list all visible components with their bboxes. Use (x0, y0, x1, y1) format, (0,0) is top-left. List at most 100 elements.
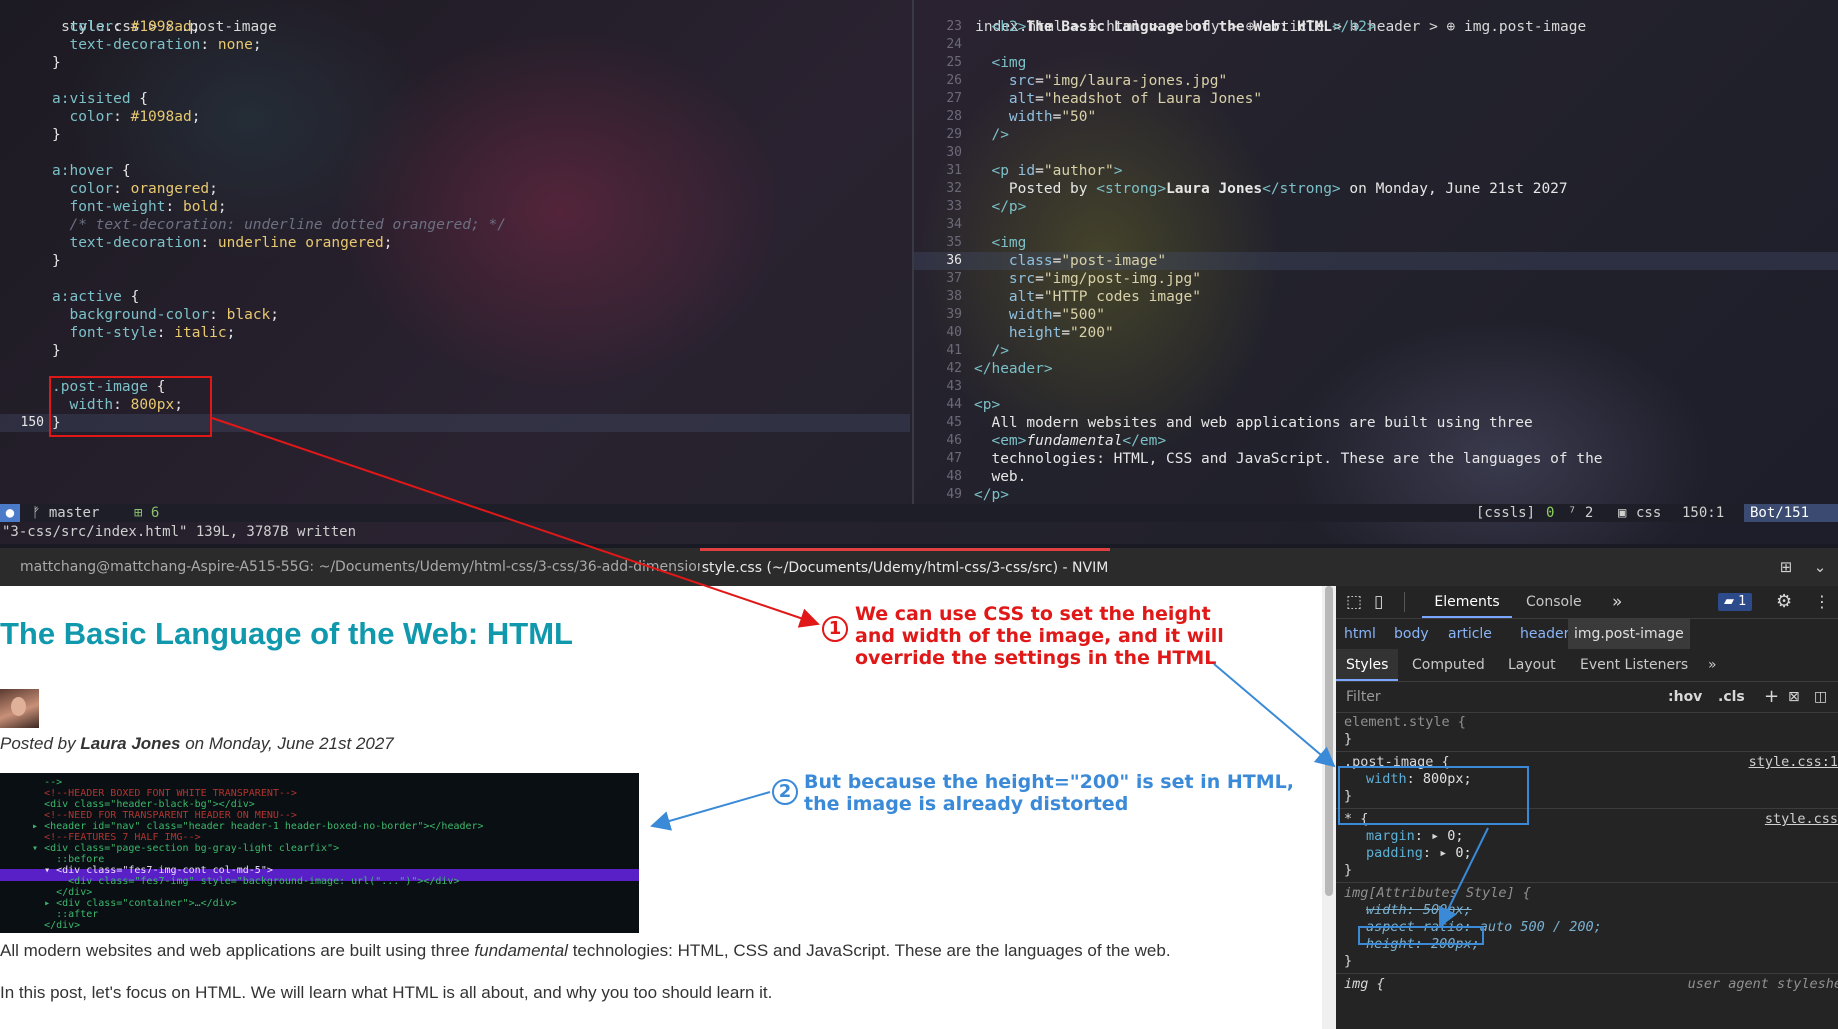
scrollbar-thumb[interactable] (1325, 586, 1333, 896)
hov-toggle[interactable]: :hov (1668, 682, 1702, 712)
crumb-body[interactable]: body (1394, 619, 1429, 649)
command-line[interactable]: "3-css/src/index.html" 139L, 3787B writt… (0, 522, 1838, 542)
code-line[interactable]: color: orangered; (0, 180, 910, 198)
issues-badge[interactable]: ▰ 1 (1718, 593, 1753, 611)
code-line[interactable]: } (0, 126, 910, 144)
new-rule-button[interactable]: + (1764, 682, 1779, 712)
code-line[interactable]: 31 <p id="author"> (914, 162, 1838, 180)
annotation-2-line-2: the image is already distorted (804, 793, 1129, 815)
rule-post-image-source[interactable]: style.css:1 (1749, 754, 1838, 771)
gear-icon[interactable]: ⚙ (1776, 586, 1792, 618)
code-line[interactable]: 44 <p> (914, 396, 1838, 414)
line-number: 150 (20, 415, 44, 430)
code-text: background-color: black; (69, 307, 280, 323)
code-line[interactable]: background-color: black; (0, 306, 910, 324)
code-line[interactable]: 49 </p> (914, 486, 1838, 504)
sidebar-toggle-icon[interactable]: ◫ (1814, 682, 1827, 712)
kebab-menu-icon[interactable]: ⋮ (1814, 586, 1830, 618)
code-line[interactable]: } (0, 342, 910, 360)
code-line[interactable]: 36 class="post-image" (914, 252, 1838, 270)
crumb-html[interactable]: html (1344, 619, 1376, 649)
code-line[interactable]: font-style: italic; (0, 324, 910, 342)
code-text: Posted by <strong>Laura Jones</strong> o… (974, 181, 1568, 197)
code-line[interactable]: 28 width="50" (914, 108, 1838, 126)
code-line[interactable]: 43 (914, 378, 1838, 396)
right-editor-pane[interactable]: index.html > ⊕ html > ⊕ body > ⊕ article… (914, 0, 1838, 504)
code-text: /* text-decoration: underline dotted ora… (69, 217, 506, 233)
code-line[interactable]: 46 <em>fundamental</em> (914, 432, 1838, 450)
code-line[interactable]: 41 /> (914, 342, 1838, 360)
code-line[interactable] (0, 144, 910, 162)
code-line[interactable]: 48 web. (914, 468, 1838, 486)
code-text: src="img/post-img.jpg" (1008, 271, 1201, 287)
code-line[interactable]: color: #1098ad; (0, 108, 910, 126)
terminal-tab-shell[interactable]: mattchang@mattchang-Aspire-A515-55G: ~/D… (20, 548, 700, 586)
more-subtabs-icon[interactable]: » (1708, 649, 1717, 681)
line-number: 34 (946, 217, 962, 232)
code-line[interactable]: 35 <img (914, 234, 1838, 252)
code-line[interactable]: 34 (914, 216, 1838, 234)
code-line[interactable]: 47 technologies: HTML, CSS and JavaScrip… (914, 450, 1838, 468)
inspect-element-icon[interactable]: ⬚ (1346, 586, 1362, 618)
device-toolbar-icon[interactable]: ▯ (1374, 586, 1383, 618)
rule-separator (1336, 751, 1838, 752)
line-number: 32 (946, 181, 962, 196)
code-line[interactable]: 38 alt="HTTP codes image" (914, 288, 1838, 306)
rule-padding-decl[interactable]: padding: ▸ 0; (1366, 845, 1472, 862)
tab-elements[interactable]: Elements (1422, 586, 1512, 618)
code-line[interactable]: a:active { (0, 288, 910, 306)
terminal-tab-nvim[interactable]: style.css (~/Documents/Udemy/html-css/3-… (700, 548, 1110, 586)
code-line[interactable]: 30 (914, 144, 1838, 162)
code-line[interactable]: } (0, 54, 910, 72)
code-line[interactable]: 32 Posted by <strong>Laura Jones</strong… (914, 180, 1838, 198)
cls-toggle[interactable]: .cls (1718, 682, 1745, 712)
new-tab-icon[interactable]: ⊞ (1774, 555, 1798, 579)
code-line[interactable]: 25 <img (914, 54, 1838, 72)
tab-console[interactable]: Console (1526, 586, 1582, 618)
code-line[interactable] (0, 270, 910, 288)
crumb-article[interactable]: article (1448, 619, 1492, 649)
code-line[interactable] (0, 72, 910, 90)
code-line[interactable]: text-decoration: none; (0, 36, 910, 54)
crumb-img-post-image[interactable]: img.post-image (1568, 619, 1690, 649)
code-line[interactable]: a:hover { (0, 162, 910, 180)
code-line[interactable]: 40 height="200" (914, 324, 1838, 342)
code-line[interactable]: /* text-decoration: underline dotted ora… (0, 216, 910, 234)
code-text: text-decoration: underline orangered; (69, 235, 393, 251)
paint-icon[interactable]: ⊠ (1788, 682, 1800, 712)
code-line[interactable]: 33 </p> (914, 198, 1838, 216)
code-line[interactable]: 23 <h2>The Basic Language of the Web: HT… (914, 18, 1838, 36)
code-line[interactable]: 42 </header> (914, 360, 1838, 378)
code-line[interactable]: 26 src="img/laura-jones.jpg" (914, 72, 1838, 90)
subtab-styles[interactable]: Styles (1336, 649, 1399, 681)
code-line[interactable]: color: #1098ad; (0, 18, 910, 36)
line-number: 49 (946, 487, 962, 502)
rule-close: } (1344, 862, 1353, 878)
line-number: 48 (946, 469, 962, 484)
code-line[interactable]: 39 width="500" (914, 306, 1838, 324)
code-line[interactable]: 29 /> (914, 126, 1838, 144)
code-line[interactable]: } (0, 252, 910, 270)
line-number: 47 (946, 451, 962, 466)
subtab-computed[interactable]: Computed (1412, 649, 1485, 681)
rule-margin-decl[interactable]: margin: ▸ 0; (1366, 828, 1464, 845)
filter-input[interactable]: Filter (1346, 682, 1381, 712)
image-code-line: </div> (20, 920, 81, 931)
code-line[interactable]: 37 src="img/post-img.jpg" (914, 270, 1838, 288)
code-line[interactable]: a:visited { (0, 90, 910, 108)
chevron-down-icon[interactable]: ⌄ (1808, 555, 1832, 579)
code-line[interactable]: font-weight: bold; (0, 198, 910, 216)
rule-star-source[interactable]: style.css (1765, 811, 1838, 828)
code-line[interactable]: 24 (914, 36, 1838, 54)
page-scrollbar[interactable] (1322, 586, 1336, 1029)
subtab-layout[interactable]: Layout (1508, 649, 1556, 681)
subtab-event-listeners[interactable]: Event Listeners (1580, 649, 1688, 681)
more-tabs-icon[interactable]: » (1612, 586, 1622, 618)
neovim-editor: style.css > 2 .post-image color: #1098ad… (0, 0, 1838, 544)
code-line[interactable]: text-decoration: underline orangered; (0, 234, 910, 252)
crumb-header[interactable]: header (1520, 619, 1569, 649)
code-line[interactable]: 45 All modern websites and web applicati… (914, 414, 1838, 432)
code-line[interactable]: 27 alt="headshot of Laura Jones" (914, 90, 1838, 108)
code-text: } (52, 127, 61, 143)
rule-separator (1336, 973, 1838, 974)
